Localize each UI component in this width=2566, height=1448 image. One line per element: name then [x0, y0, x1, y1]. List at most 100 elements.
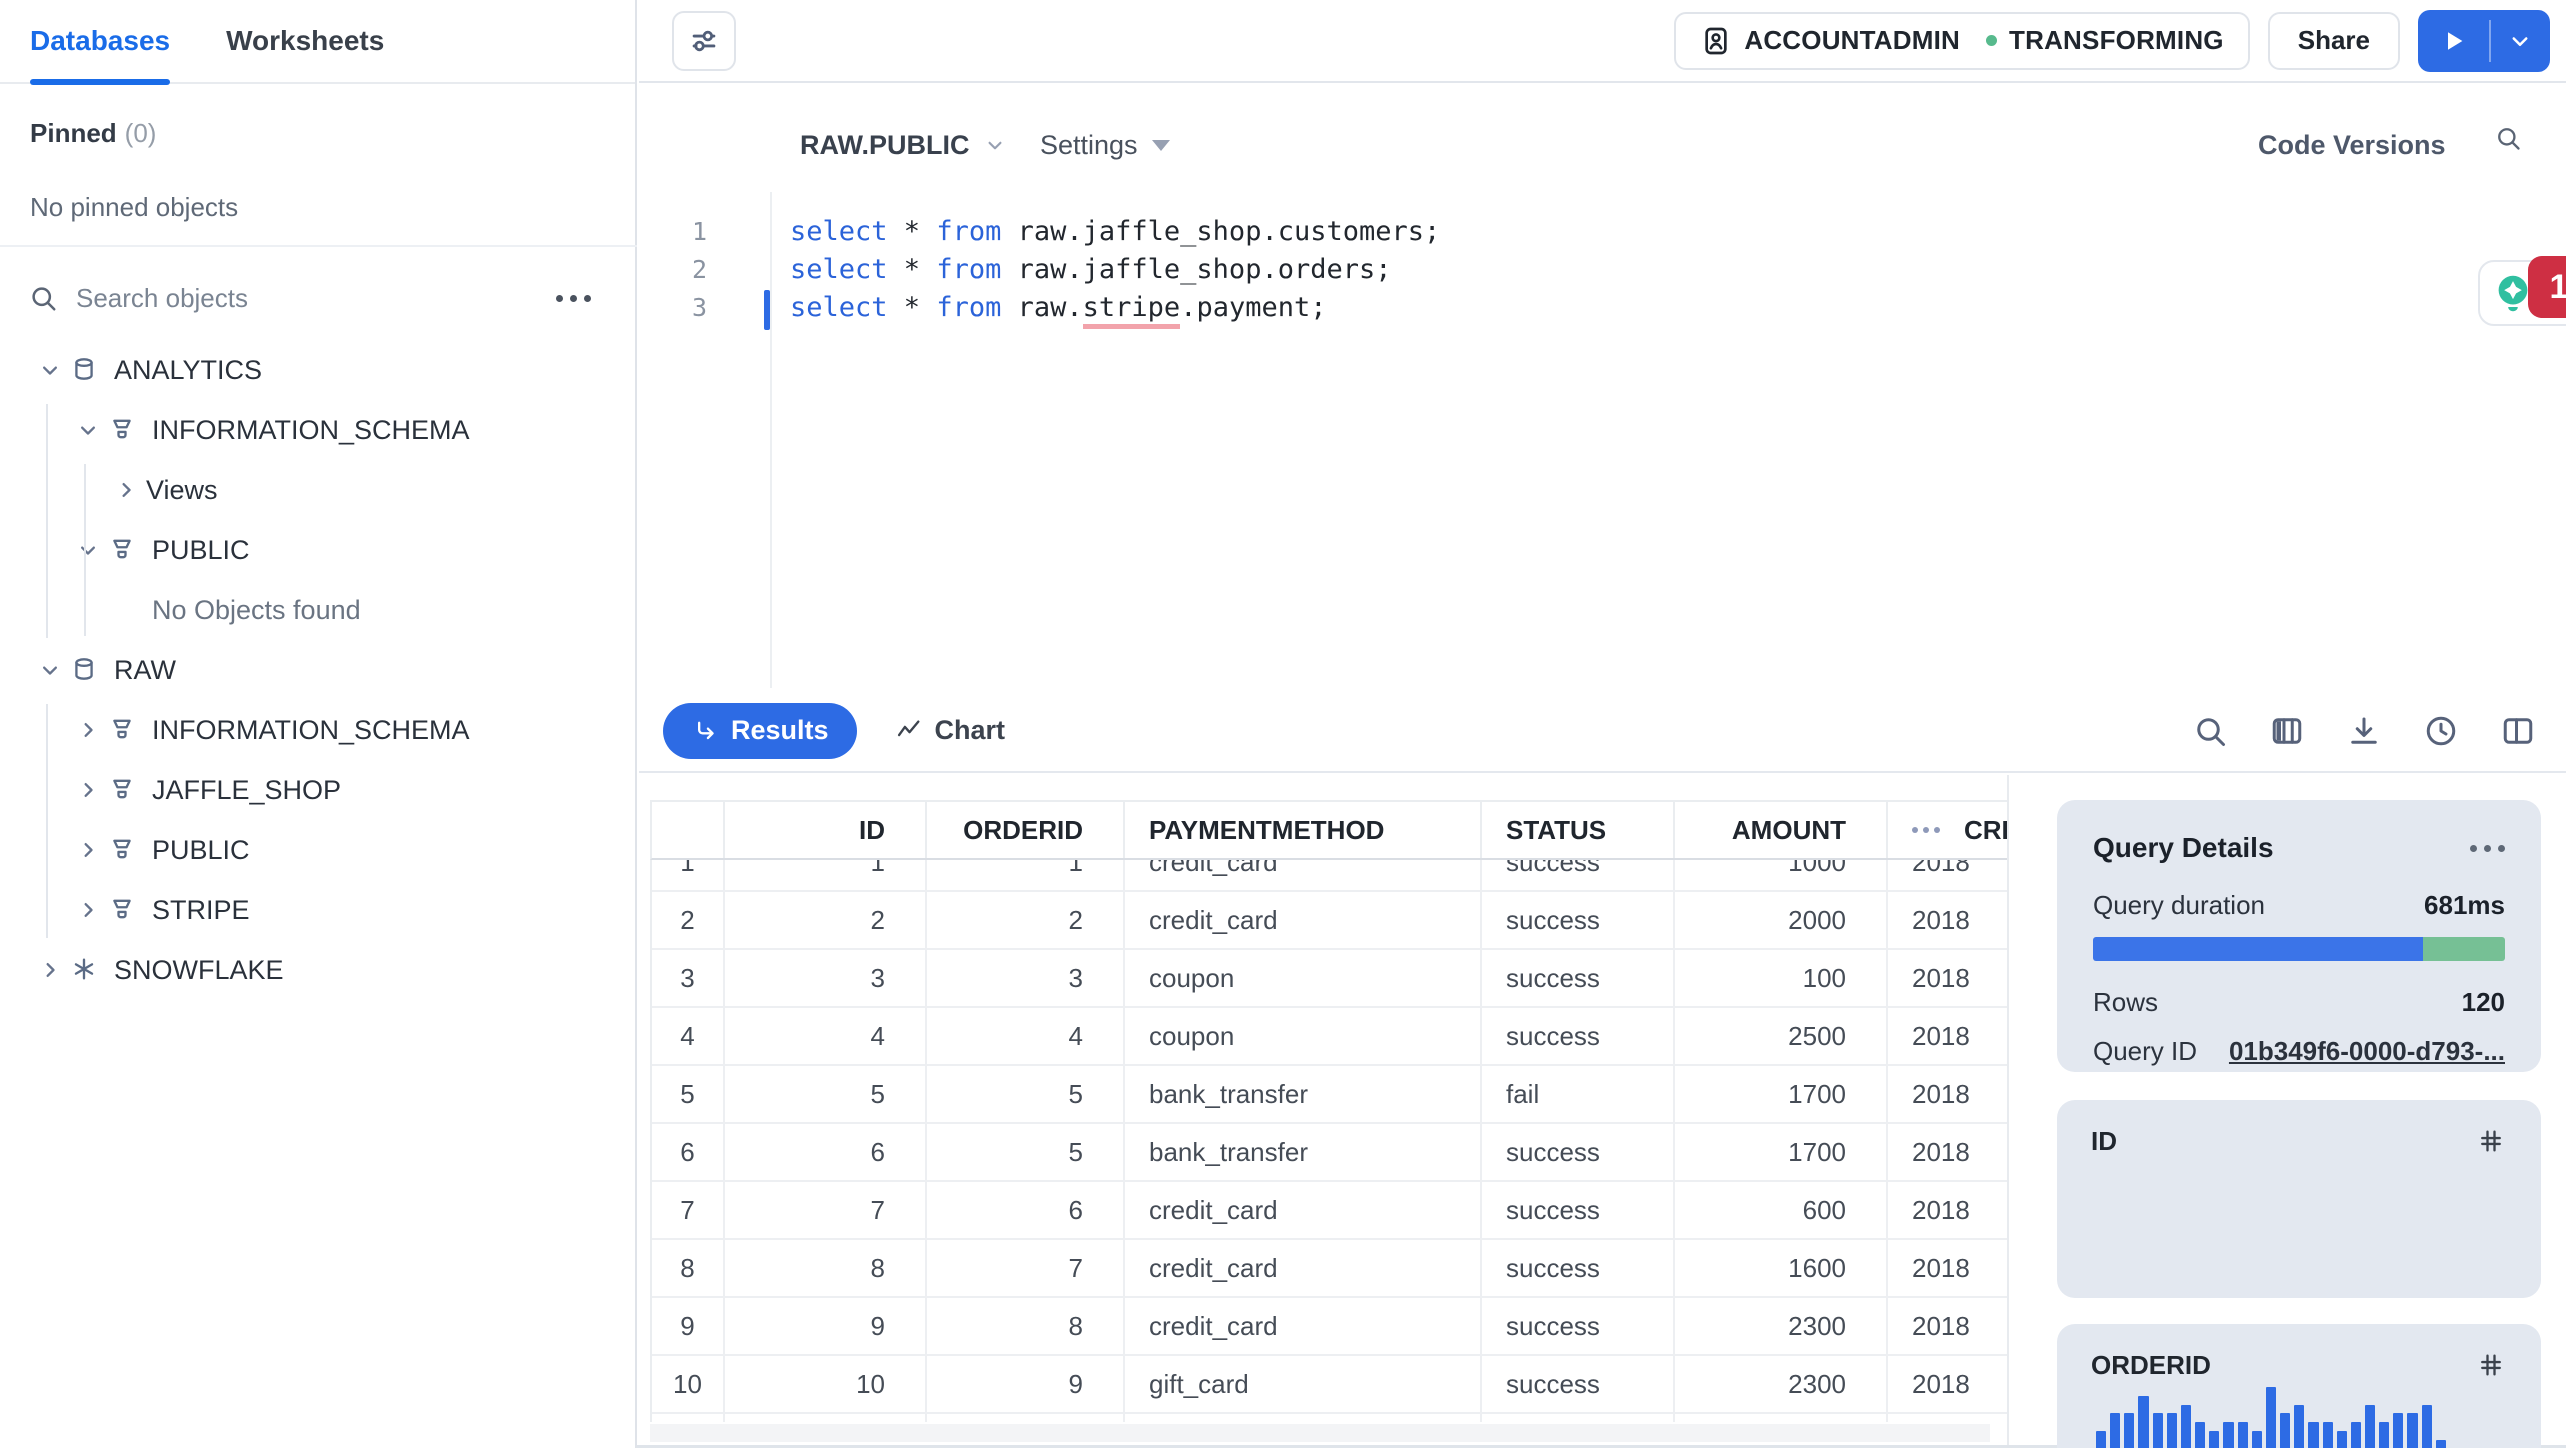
- tab-results[interactable]: Results: [663, 702, 857, 759]
- column-header-id[interactable]: ID: [725, 802, 927, 858]
- tree-item-public[interactable]: PUBLIC: [0, 520, 635, 580]
- chevron-right-icon[interactable]: [74, 836, 102, 864]
- results-table[interactable]: 1 1 1 credit_card success 1000 2018 2 2 2 credit_c…: [650, 860, 2007, 1422]
- download-icon[interactable]: [2346, 713, 2382, 749]
- query-id-label: Query ID: [2093, 1036, 2198, 1066]
- chevron-down-icon[interactable]: [36, 656, 64, 684]
- code-versions-link[interactable]: Code Versions: [2258, 130, 2446, 161]
- schema-context-dropdown[interactable]: RAW.PUBLIC: [800, 122, 1008, 168]
- chevron-right-icon[interactable]: [74, 776, 102, 804]
- tree-guide: [84, 464, 86, 636]
- settings-dropdown[interactable]: Settings: [1040, 122, 1170, 168]
- column-header-created[interactable]: CREATED: [1888, 802, 2007, 858]
- table-row[interactable]: 2 2 2 credit_card success 2000 2018: [652, 892, 2007, 950]
- chevron-right-icon[interactable]: [36, 956, 64, 984]
- cell: 6: [927, 1182, 1125, 1240]
- tree-item-jaffle-shop[interactable]: JAFFLE_SHOP: [0, 760, 635, 820]
- table-row[interactable]: 5 5 5 bank_transfer fail 1700 2018: [652, 1066, 2007, 1124]
- chevron-down-icon[interactable]: [74, 536, 102, 564]
- run-button[interactable]: [2418, 10, 2489, 72]
- tree-item-raw[interactable]: RAW: [0, 640, 635, 700]
- split-panel-icon[interactable]: [2500, 713, 2536, 749]
- error-token: stripe: [1082, 291, 1181, 329]
- stat-card-title: ORDERID: [2091, 1350, 2211, 1380]
- tree-item-information-schema[interactable]: INFORMATION_SCHEMA: [0, 400, 635, 460]
- history-clock-icon[interactable]: [2423, 713, 2459, 749]
- column-header-label: CREATED: [1964, 814, 2007, 845]
- cell: 1600: [1675, 1240, 1888, 1298]
- table-row[interactable]: 3 3 3 coupon success 100 2018: [652, 950, 2007, 1008]
- column-menu-icon[interactable]: [1912, 827, 1940, 833]
- column-header-status[interactable]: STATUS: [1482, 802, 1675, 858]
- object-explorer-sidebar: Databases Worksheets Pinned (0) No pinned…: [0, 0, 637, 1448]
- query-details-menu[interactable]: [2470, 844, 2505, 852]
- tree-item-stripe[interactable]: STRIPE: [0, 880, 635, 940]
- cell: 5: [927, 1066, 1125, 1124]
- horizontal-scrollbar[interactable]: [650, 1424, 1990, 1442]
- chevron-right-icon[interactable]: [74, 716, 102, 744]
- database-icon: [70, 355, 100, 385]
- row-number: 6: [652, 1124, 725, 1182]
- tree-item-analytics[interactable]: ANALYTICS: [0, 340, 635, 400]
- cell: success: [1482, 860, 1675, 892]
- cell: bank_transfer: [1125, 1124, 1482, 1182]
- table-row[interactable]: 8 8 7 credit_card success 1600 2018: [652, 1240, 2007, 1298]
- search-results-icon[interactable]: [2192, 713, 2228, 749]
- tree-item-snowflake[interactable]: SNOWFLAKE: [0, 940, 635, 1000]
- context-role-warehouse-selector[interactable]: ACCOUNTADMIN TRANSFORMING: [1674, 11, 2250, 70]
- table-row[interactable]: 7 7 6 credit_card success 600 2018: [652, 1182, 2007, 1240]
- hash-icon[interactable]: [2477, 1127, 2507, 1157]
- snowflake-icon: [70, 955, 100, 985]
- editor-search-icon[interactable]: [2494, 124, 2528, 158]
- histogram-bar: [2336, 1431, 2347, 1448]
- columns-icon[interactable]: [2269, 713, 2305, 749]
- tree-item-public[interactable]: PUBLIC: [0, 820, 635, 880]
- return-arrow-icon: [691, 717, 719, 745]
- chart-tab-label: Chart: [934, 715, 1006, 745]
- histogram-bar: [2294, 1405, 2305, 1448]
- tree-item-label: RAW: [114, 654, 176, 685]
- cell: success: [1482, 1124, 1675, 1182]
- role-badge-icon: [1700, 25, 1732, 57]
- query-duration-value: 681ms: [2424, 890, 2505, 920]
- table-row[interactable]: 10 10 9 gift_card success 2300 2018: [652, 1356, 2007, 1414]
- sidebar-more-menu[interactable]: [556, 294, 591, 302]
- settings-label: Settings: [1040, 129, 1138, 160]
- chevron-down-icon[interactable]: [74, 416, 102, 444]
- tree-item-label: JAFFLE_SHOP: [152, 774, 342, 805]
- query-id-link[interactable]: 01b349f6-0000-d793-...: [2229, 1036, 2505, 1067]
- table-row[interactable]: 4 4 4 coupon success 2500 2018: [652, 1008, 2007, 1066]
- editor-cursor: [764, 290, 770, 330]
- tree-item-information-schema[interactable]: INFORMATION_SCHEMA: [0, 700, 635, 760]
- table-row[interactable]: [652, 1414, 2007, 1422]
- duration-bar-other: [2422, 937, 2505, 961]
- tree-item-views[interactable]: Views: [0, 460, 635, 520]
- histogram-bar: [2223, 1422, 2234, 1448]
- object-search[interactable]: Search objects: [0, 266, 635, 330]
- tab-chart[interactable]: Chart: [895, 715, 1006, 746]
- tab-worksheets[interactable]: Worksheets: [226, 0, 384, 83]
- column-stats-card-id: ID: [2057, 1100, 2541, 1298]
- table-panel-divider: [2007, 775, 2009, 1445]
- table-row[interactable]: 1 1 1 credit_card success 1000 2018: [652, 860, 2007, 892]
- worksheet-options-button[interactable]: [672, 10, 736, 71]
- run-options-button[interactable]: [2491, 10, 2550, 72]
- cell: 10: [725, 1356, 927, 1414]
- worksheet-topbar: ACCOUNTADMIN TRANSFORMING Share: [639, 0, 2566, 83]
- column-header-orderid[interactable]: ORDERID: [927, 802, 1125, 858]
- hash-icon[interactable]: [2477, 1351, 2507, 1381]
- column-header-paymentmethod[interactable]: PAYMENTMETHOD: [1125, 802, 1482, 858]
- search-input[interactable]: Search objects: [76, 283, 556, 314]
- column-header-amount[interactable]: AMOUNT: [1675, 802, 1888, 858]
- share-button[interactable]: Share: [2267, 11, 2400, 70]
- row-number: 8: [652, 1240, 725, 1298]
- cell: 1700: [1675, 1066, 1888, 1124]
- table-row[interactable]: 6 6 5 bank_transfer success 1700 2018: [652, 1124, 2007, 1182]
- tree-guide: [46, 404, 48, 638]
- tab-databases[interactable]: Databases: [30, 0, 171, 85]
- chevron-right-icon[interactable]: [112, 476, 140, 504]
- table-row[interactable]: 9 9 8 credit_card success 2300 2018: [652, 1298, 2007, 1356]
- chevron-down-icon[interactable]: [36, 356, 64, 384]
- histogram-bar: [2322, 1422, 2333, 1448]
- chevron-right-icon[interactable]: [74, 896, 102, 924]
